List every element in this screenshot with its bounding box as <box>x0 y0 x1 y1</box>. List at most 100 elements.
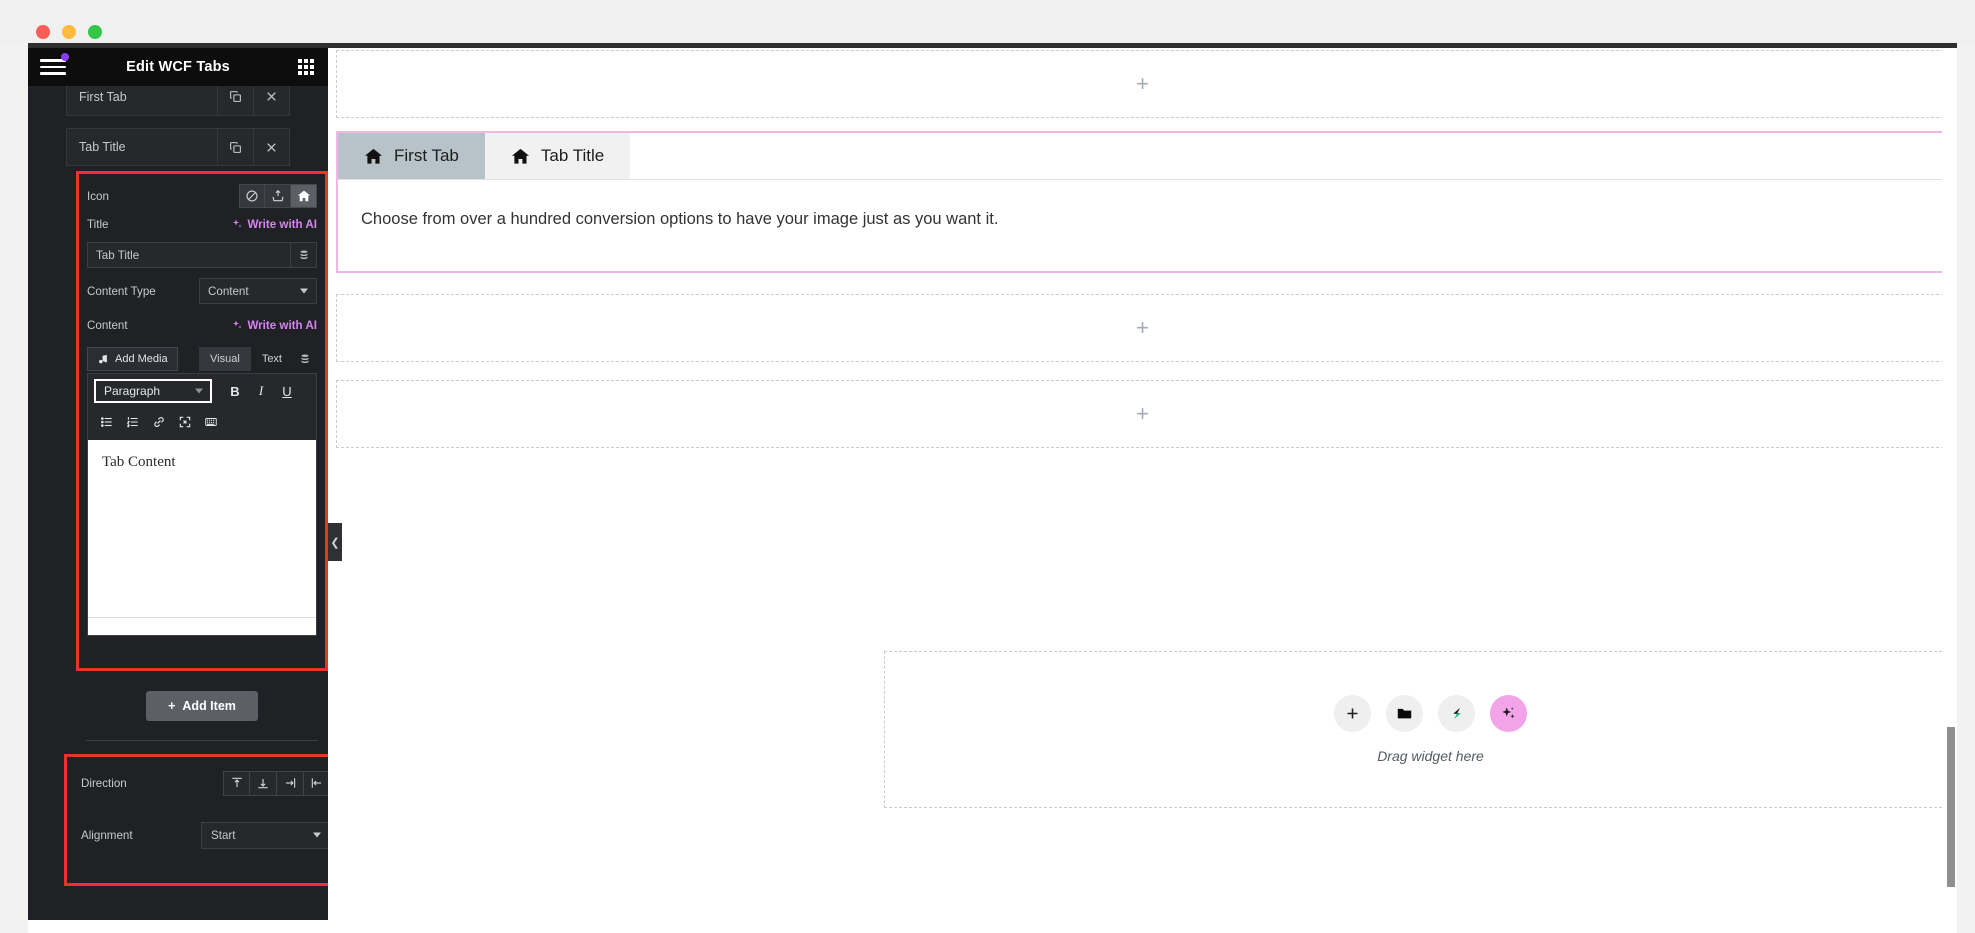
panel-header: Edit WCF Tabs <box>28 48 328 86</box>
direction-bottom-icon[interactable] <box>250 770 277 796</box>
tabs-widget[interactable]: First Tab Tab Title Choose from over a h… <box>336 131 1949 273</box>
chevron-left-icon: ❮ <box>330 536 340 549</box>
tab-settings-group: Icon Title Write with AI Tab Title Conte… <box>76 171 328 671</box>
canvas-tab-first-tab[interactable]: First Tab <box>338 133 485 179</box>
window-body: Edit WCF Tabs First Tab Tab Title Icon T… <box>28 43 1957 933</box>
content-type-row: Content Type Content <box>79 277 325 305</box>
fullscreen-icon[interactable] <box>172 410 198 434</box>
empty-section-top[interactable]: + <box>336 50 1949 118</box>
italic-icon[interactable]: I <box>248 379 274 403</box>
close-window-button[interactable] <box>36 25 50 39</box>
database-icon[interactable] <box>291 242 317 268</box>
canvas-tab-label: First Tab <box>394 146 459 165</box>
panel-collapse-button[interactable]: ❮ <box>328 523 342 561</box>
canvas-preview: + First Tab Tab Title Choose from over a… <box>328 48 1957 933</box>
title-input-wrap: Tab Title <box>87 242 317 268</box>
format-select[interactable]: Paragraph <box>94 379 212 403</box>
home-icon <box>364 148 383 164</box>
alignment-select[interactable]: Start <box>201 821 328 849</box>
add-media-label: Add Media <box>115 353 168 365</box>
home-icon <box>511 148 529 164</box>
content-field-row: Content Write with AI <box>79 311 325 339</box>
direction-row: Direction <box>67 757 328 809</box>
add-media-button[interactable]: Add Media <box>87 347 178 371</box>
tab-visual[interactable]: Visual <box>199 347 251 371</box>
sparkle-icon <box>233 219 242 228</box>
copy-icon[interactable] <box>217 86 253 115</box>
drop-zone-actions <box>1334 695 1527 732</box>
canvas-scrollbar-thumb[interactable] <box>1947 727 1955 887</box>
content-type-select[interactable]: Content <box>199 278 317 304</box>
grid-icon[interactable] <box>298 59 314 75</box>
add-section-icon[interactable]: + <box>1136 71 1149 97</box>
write-with-ai-label: Write with AI <box>247 217 317 231</box>
panel-scroll-area[interactable]: First Tab Tab Title Icon Title Write wit… <box>28 86 328 933</box>
home-icon[interactable] <box>291 184 317 208</box>
editor-content-area[interactable]: Tab Content <box>87 440 317 636</box>
add-widget-button[interactable] <box>1334 695 1371 732</box>
maximize-window-button[interactable] <box>88 25 102 39</box>
copy-icon[interactable] <box>217 129 253 165</box>
content-type-label: Content Type <box>87 284 156 298</box>
underline-icon[interactable]: U <box>274 379 300 403</box>
alignment-value: Start <box>211 828 236 842</box>
chevron-down-icon <box>300 288 308 294</box>
tabs-panel-content: Choose from over a hundred conversion op… <box>338 179 1947 271</box>
editor-toolbar-row-1: Paragraph B I U <box>94 379 310 403</box>
sparkle-icon <box>233 320 242 329</box>
tabs-nav: First Tab Tab Title <box>338 133 1947 179</box>
page-title: Edit WCF Tabs <box>126 59 230 75</box>
database-icon[interactable] <box>293 347 317 371</box>
drop-zone-label: Drag widget here <box>1377 748 1484 764</box>
traffic-lights <box>36 25 102 39</box>
direction-left-icon[interactable] <box>304 770 328 796</box>
toolbar-toggle-icon[interactable] <box>198 410 224 434</box>
content-field-label: Content <box>87 318 128 332</box>
editor-statusbar <box>88 617 316 635</box>
canvas-tab-label: Tab Title <box>540 146 605 165</box>
empty-section-middle[interactable]: + <box>336 294 1949 362</box>
editor-panel: Edit WCF Tabs First Tab Tab Title Icon T… <box>28 48 328 933</box>
link-icon[interactable] <box>146 410 172 434</box>
widget-drop-zone[interactable]: Drag widget here <box>884 651 1957 808</box>
plus-icon: + <box>168 699 176 713</box>
none-icon[interactable] <box>239 184 265 208</box>
folder-button[interactable] <box>1386 695 1423 732</box>
notification-dot <box>61 53 69 61</box>
icon-field-row: Icon <box>79 182 325 210</box>
canvas-scrollbar[interactable] <box>1942 48 1957 933</box>
add-section-icon[interactable]: + <box>1136 401 1149 427</box>
editor-toolbar-row-2 <box>94 410 310 434</box>
write-with-ai-button-content[interactable]: Write with AI <box>231 319 317 332</box>
close-icon[interactable] <box>253 86 289 115</box>
bold-icon[interactable]: B <box>222 379 248 403</box>
repeater-item-label: Tab Title <box>79 140 126 154</box>
template-button[interactable] <box>1438 695 1475 732</box>
chevron-down-icon <box>195 388 203 394</box>
bulleted-list-icon[interactable] <box>94 410 120 434</box>
add-item-button[interactable]: + Add Item <box>146 691 258 721</box>
window-bottom-strip <box>28 920 1957 933</box>
window-titlebar <box>0 0 1975 43</box>
add-section-icon[interactable]: + <box>1136 315 1149 341</box>
write-with-ai-button[interactable]: Write with AI <box>231 218 317 231</box>
alignment-label: Alignment <box>81 828 133 842</box>
direction-top-icon[interactable] <box>223 770 250 796</box>
close-icon[interactable] <box>253 129 289 165</box>
repeater-item-tab-title-wrap: Tab Title <box>28 128 328 166</box>
alignment-row: Alignment Start <box>67 809 328 861</box>
direction-right-icon[interactable] <box>277 770 304 796</box>
tab-text[interactable]: Text <box>251 347 293 371</box>
format-select-value: Paragraph <box>104 384 161 398</box>
hamburger-icon[interactable] <box>40 53 69 77</box>
repeater-item[interactable]: First Tab <box>66 86 290 116</box>
ai-button[interactable] <box>1490 695 1527 732</box>
title-input[interactable]: Tab Title <box>87 242 291 268</box>
numbered-list-icon[interactable] <box>120 410 146 434</box>
icon-field-label: Icon <box>87 189 109 203</box>
upload-icon[interactable] <box>265 184 291 208</box>
canvas-tab-tab-title[interactable]: Tab Title <box>484 133 631 179</box>
minimize-window-button[interactable] <box>62 25 76 39</box>
empty-section-lower[interactable]: + <box>336 380 1949 448</box>
repeater-item[interactable]: Tab Title <box>66 128 290 166</box>
